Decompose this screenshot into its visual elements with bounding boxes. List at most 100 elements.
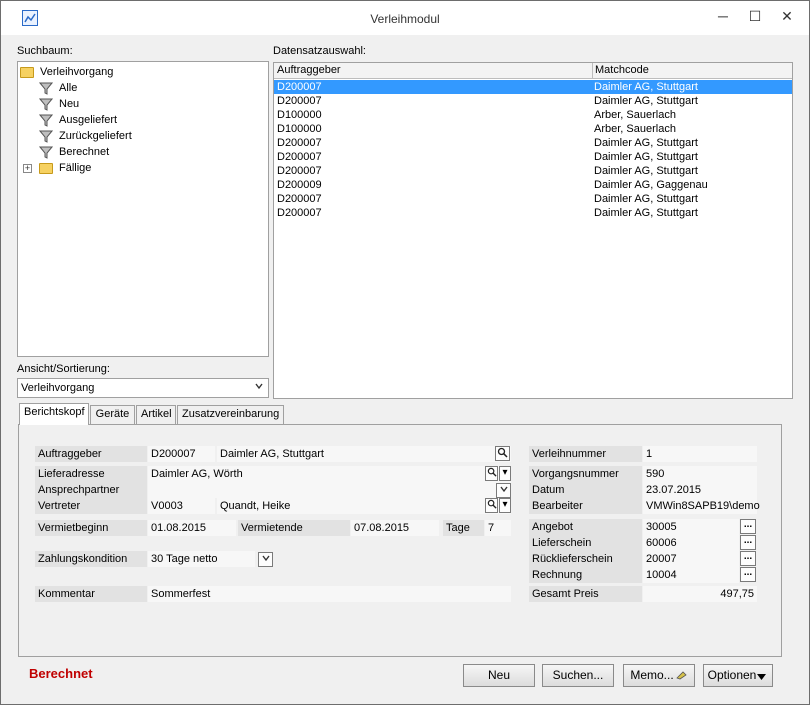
table-row[interactable]: D200007 Daimler AG, Stuttgart [274,206,792,220]
optionen-button[interactable]: Optionen [703,664,773,687]
cell-auftraggeber: D200007 [277,137,322,149]
angebot-open-button[interactable]: ... [740,519,756,534]
vertreter-search-button[interactable] [485,498,498,513]
zahlungskondition-dropdown-button[interactable] [258,552,273,567]
status-label: Berechnet [29,666,93,681]
neu-button[interactable]: Neu [463,664,535,687]
cell-auftraggeber: D200007 [277,151,322,163]
optionen-button-label: Optionen [707,668,757,682]
auftraggeber-code-field[interactable]: D200007 [148,446,215,462]
cell-matchcode: Daimler AG, Stuttgart [594,137,698,149]
tab-artikel[interactable]: Artikel [136,405,176,424]
lieferschein-field[interactable]: 60006 [643,535,739,551]
caret-down-icon [757,674,766,680]
column-header-matchcode[interactable]: Matchcode [595,64,649,76]
bearbeiter-field[interactable]: VMWin8SAPB19\demo [643,498,760,514]
tab-berichtskopf[interactable]: Berichtskopf [19,403,89,425]
suchen-button[interactable]: Suchen... [542,664,614,687]
datum-field[interactable]: 23.07.2015 [643,482,757,498]
tree-item-label: Zurückgeliefert [59,130,132,142]
view-sort-value: Verleihvorgang [21,382,95,394]
filter-icon [39,146,53,159]
cell-auftraggeber: D200007 [277,81,322,93]
close-button[interactable]: ✕ [771,1,803,31]
maximize-button[interactable]: ☐ [739,1,771,31]
zahlungskondition-field[interactable]: 30 Tage netto [148,551,255,567]
window-title: Verleihmodul [370,12,440,26]
view-sort-select[interactable]: Verleihvorgang [17,378,269,398]
vermietbeginn-field[interactable]: 01.08.2015 [148,520,236,536]
angebot-field[interactable]: 30005 [643,519,739,535]
verleihmodul-window: Verleihmodul ─ ☐ ✕ Suchbaum: Verleihvorg… [0,0,810,705]
tree-item-label: Ausgeliefert [59,114,118,126]
memo-button-label: Memo... [630,668,674,682]
verleihnummer-field[interactable]: 1 [643,446,757,462]
kommentar-field[interactable]: Sommerfest [148,586,511,602]
grid-header: Auftraggeber Matchcode [274,63,792,79]
cell-matchcode: Daimler AG, Gaggenau [594,179,708,191]
gesamtpreis-label: Gesamt Preis [529,586,642,602]
record-selection-label: Datensatzauswahl: [273,45,366,57]
table-row[interactable]: D200007 Daimler AG, Stuttgart [274,136,792,150]
column-divider[interactable] [592,63,593,78]
search-tree[interactable]: Verleihvorgang Alle Neu Ausgeliefert Zur… [17,61,269,357]
filter-icon [39,82,53,95]
table-row[interactable]: D200007 Daimler AG, Stuttgart [274,192,792,206]
cell-matchcode: Arber, Sauerlach [594,109,676,121]
vermietende-field[interactable]: 07.08.2015 [351,520,439,536]
tree-item-label: Fällige [59,162,92,174]
table-row[interactable]: D200009 Daimler AG, Gaggenau [274,178,792,192]
tab-zusatzvereinbarung[interactable]: Zusatzvereinbarung [177,405,284,424]
cell-matchcode: Daimler AG, Stuttgart [594,81,698,93]
folder-icon [39,163,53,174]
column-header-auftraggeber[interactable]: Auftraggeber [277,64,341,76]
table-row[interactable]: D100000 Arber, Sauerlach [274,122,792,136]
vertreter-name-field[interactable]: Quandt, Heike [217,498,511,514]
auftraggeber-name-field[interactable]: Daimler AG, Stuttgart [217,446,511,462]
chevron-down-icon [252,381,266,395]
lieferadresse-dropdown-button[interactable]: ▾ [499,466,511,481]
table-row[interactable]: D200007 Daimler AG, Stuttgart [274,94,792,108]
kommentar-label: Kommentar [35,586,147,602]
search-tree-label: Suchbaum: [17,45,73,57]
filter-icon [39,114,53,127]
record-grid[interactable]: Auftraggeber Matchcode D200007 Daimler A… [273,62,793,399]
lieferadresse-search-button[interactable] [485,466,498,481]
tree-item-label: Berechnet [59,146,110,158]
cell-matchcode: Daimler AG, Stuttgart [594,193,698,205]
ansprechpartner-label: Ansprechpartner [35,482,147,498]
chevron-down-icon [499,486,508,493]
tree-item-label: Neu [59,98,80,110]
gesamtpreis-field: 497,75 [643,586,757,602]
zahlungskondition-label: Zahlungskondition [35,551,147,567]
minimize-button[interactable]: ─ [707,1,739,31]
search-icon [497,447,508,458]
tage-field[interactable]: 7 [485,520,511,536]
ansprechpartner-dropdown-button[interactable] [496,483,511,498]
tab-geraete[interactable]: Geräte [90,405,135,424]
tree-expand-toggle[interactable]: + [23,164,32,173]
vertreter-dropdown-button[interactable]: ▾ [499,498,511,513]
search-icon [487,467,497,477]
lieferadresse-field[interactable]: Daimler AG, Wörth [148,466,511,482]
search-icon [487,499,497,509]
ruecklieferschein-field[interactable]: 20007 [643,551,739,567]
vorgangsnummer-label: Vorgangsnummer [529,466,642,482]
lieferschein-open-button[interactable]: ... [740,535,756,550]
table-row[interactable]: D100000 Arber, Sauerlach [274,108,792,122]
title-bar: Verleihmodul ─ ☐ ✕ [1,1,809,35]
table-row[interactable]: D200007 Daimler AG, Stuttgart [274,150,792,164]
cell-auftraggeber: D200007 [277,95,322,107]
vermietende-label: Vermietende [238,520,350,536]
datum-label: Datum [529,482,642,498]
memo-button[interactable]: Memo... [623,664,695,687]
rechnung-field[interactable]: 10004 [643,567,739,583]
auftraggeber-search-button[interactable] [495,446,510,461]
vertreter-code-field[interactable]: V0003 [148,498,215,514]
table-row[interactable]: D200007 Daimler AG, Stuttgart [274,164,792,178]
ansprechpartner-field[interactable] [148,482,511,498]
rechnung-open-button[interactable]: ... [740,567,756,582]
ruecklieferschein-open-button[interactable]: ... [740,551,756,566]
vorgangsnummer-field[interactable]: 590 [643,466,757,482]
table-row[interactable]: D200007 Daimler AG, Stuttgart [274,80,792,94]
